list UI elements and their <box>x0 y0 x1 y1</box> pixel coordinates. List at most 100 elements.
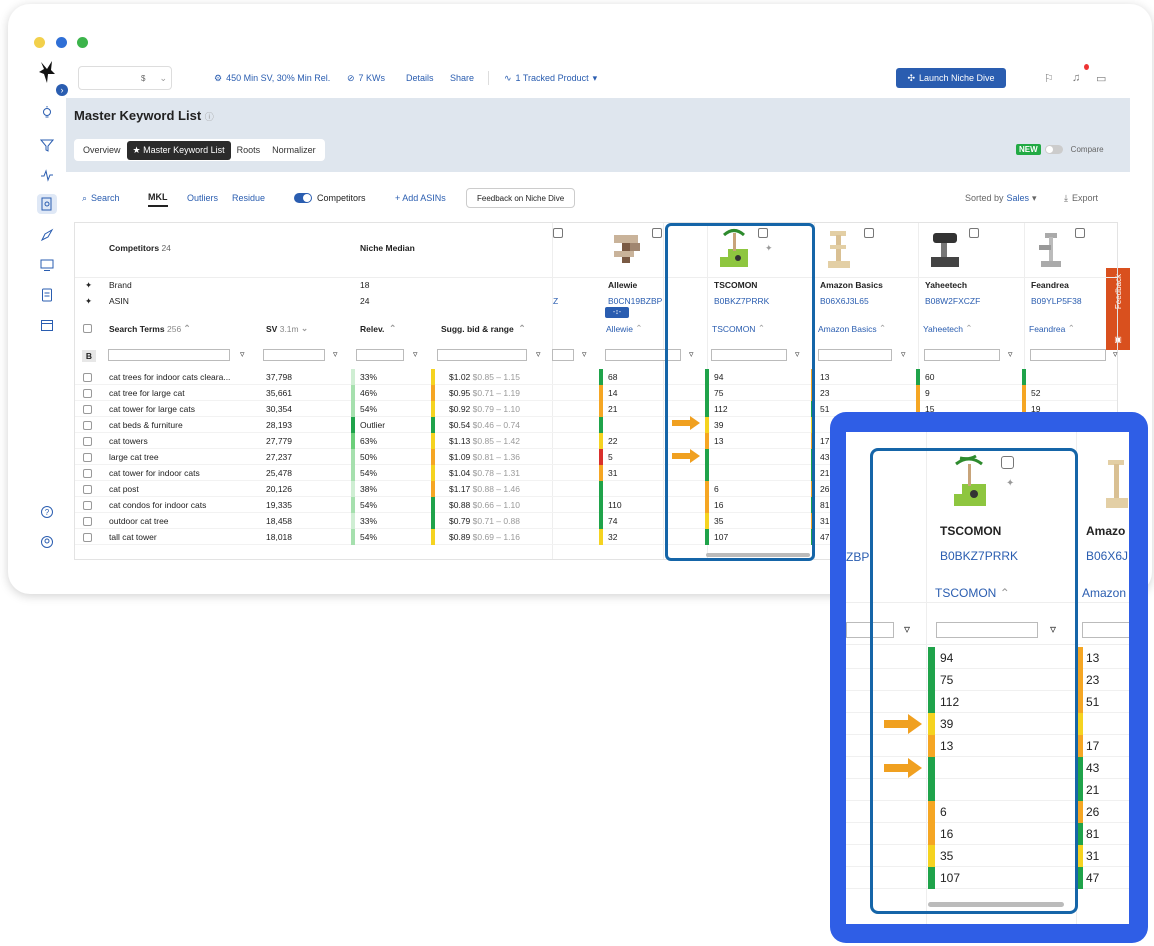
competitors-toggle[interactable]: Competitors <box>294 189 366 207</box>
search-terms-filter-input[interactable] <box>108 349 230 361</box>
chat-icon[interactable]: ▭ <box>1096 66 1106 90</box>
row-checkbox[interactable] <box>83 372 92 382</box>
product-image[interactable] <box>1031 227 1071 271</box>
product-image[interactable] <box>925 227 965 271</box>
horizontal-scrollbar[interactable] <box>706 553 810 557</box>
row-checkbox[interactable] <box>83 500 92 510</box>
filter-icon[interactable]: ▿ <box>582 349 587 360</box>
pin-icon[interactable]: ✦ <box>85 280 92 291</box>
tab-master-keyword-list[interactable]: ★ Master Keyword List <box>126 140 231 160</box>
account-icon[interactable] <box>38 533 56 551</box>
outliers-tab[interactable]: Outliers <box>187 189 218 207</box>
competitor-asin[interactable]: B09YLP5F38 <box>1031 296 1082 306</box>
select-all-checkbox[interactable] <box>83 324 92 333</box>
table-row[interactable]: cat tree for large cat 35,661 46% $0.95 … <box>75 385 1117 401</box>
row-checkbox[interactable] <box>83 420 92 430</box>
sort-dropdown[interactable]: Sorted by Sales ▾ <box>965 189 1037 207</box>
help-icon[interactable]: ? <box>38 503 56 521</box>
rocket-icon[interactable] <box>38 226 56 244</box>
row-checkbox[interactable] <box>83 388 92 398</box>
search-terms-header[interactable]: Search Terms 256 ⌃ <box>109 323 191 334</box>
sv-filter-button[interactable]: ⚙ 450 Min SV, 30% Min Rel. <box>214 66 330 90</box>
zoom-partial-label[interactable]: Amazon <box>1082 586 1126 600</box>
compare-toggle[interactable]: NEW Compare <box>1016 144 1104 155</box>
bell-icon[interactable]: ♫ <box>1072 66 1080 90</box>
filter-icon[interactable]: ▿ <box>901 349 906 360</box>
tab-normalizer[interactable]: Normalizer <box>266 141 322 159</box>
feedback-niche-dive-button[interactable]: Feedback on Niche Dive <box>466 188 576 208</box>
search-term[interactable]: cat condos for indoor cats <box>109 497 206 513</box>
competitor-column-header[interactable]: Amazon Basics ⌃ <box>818 323 886 334</box>
product-image[interactable] <box>608 227 648 271</box>
search-term[interactable]: tall cat tower <box>109 529 157 545</box>
row-checkbox[interactable] <box>83 404 92 414</box>
residue-tab[interactable]: Residue <box>232 189 265 207</box>
amazon-basics-product-image[interactable] <box>1100 452 1129 514</box>
search-term[interactable]: large cat tree <box>109 449 159 465</box>
filter-icon[interactable]: ▿ <box>536 349 541 360</box>
filter-icon[interactable]: ▿ <box>240 349 245 360</box>
yaheetech-filter-input[interactable] <box>924 349 1000 361</box>
row-checkbox[interactable] <box>83 532 92 542</box>
filter-icon[interactable]: ▿ <box>333 349 338 360</box>
details-link[interactable]: Details <box>406 66 434 90</box>
launch-niche-dive-button[interactable]: ✣ Launch Niche Dive <box>896 68 1006 88</box>
document-icon[interactable] <box>38 286 56 304</box>
window-maximize-dot[interactable] <box>56 37 67 48</box>
search-term[interactable]: cat beds & furniture <box>109 417 183 433</box>
partial-filter-input[interactable] <box>552 349 574 361</box>
search-term[interactable]: outdoor cat tree <box>109 513 169 529</box>
partial-asin[interactable]: Z <box>553 296 558 306</box>
app-logo-icon[interactable] <box>38 60 56 84</box>
search-term[interactable]: cat tree for large cat <box>109 385 185 401</box>
info-icon[interactable]: ⓘ <box>205 112 214 122</box>
share-link[interactable]: Share <box>450 66 474 90</box>
select-product-checkbox[interactable] <box>553 228 563 238</box>
search-term[interactable]: cat trees for indoor cats cleara... <box>109 369 230 385</box>
row-checkbox[interactable] <box>83 484 92 494</box>
partial-filter-input[interactable] <box>1082 622 1129 638</box>
keyword-search-icon[interactable] <box>37 194 57 214</box>
column-resize-handle[interactable]: -↕- <box>605 307 629 318</box>
lightbulb-icon[interactable] <box>38 104 56 122</box>
product-image[interactable] <box>820 227 860 271</box>
megaphone-icon[interactable]: ⚐ <box>1044 66 1054 90</box>
competitor-asin[interactable]: B0CN19BZBP <box>608 296 662 306</box>
competitor-column-header[interactable]: Feandrea ⌃ <box>1029 323 1075 334</box>
tab-overview[interactable]: Overview <box>77 141 127 159</box>
partial-asin[interactable]: ZBP <box>846 550 869 564</box>
feandrea-filter-input[interactable] <box>1030 349 1106 361</box>
row-checkbox[interactable] <box>83 516 92 526</box>
export-button[interactable]: ⤓ Export <box>1064 189 1098 207</box>
relevance-filter-input[interactable] <box>356 349 404 361</box>
pulse-icon[interactable] <box>38 166 56 184</box>
search-term[interactable]: cat tower for indoor cats <box>109 465 200 481</box>
suggested-bid-header[interactable]: Sugg. bid & range ⌃ <box>441 323 526 334</box>
keywords-button[interactable]: ⊘ 7 KWs <box>347 66 385 90</box>
filter-icon[interactable]: ▿ <box>1113 349 1118 360</box>
search-term[interactable]: cat post <box>109 481 139 497</box>
tab-roots[interactable]: Roots <box>231 141 267 159</box>
tracked-product-dropdown[interactable]: ∿ 1 Tracked Product ▾ <box>504 66 597 90</box>
competitor-column-header[interactable]: Yaheetech ⌃ <box>923 323 973 334</box>
relevance-header[interactable]: Relev. ⌃ <box>360 323 396 334</box>
select-product-checkbox[interactable] <box>1075 228 1085 238</box>
competitor-asin[interactable]: B06X6J3L65 <box>820 296 869 306</box>
sv-filter-input[interactable] <box>263 349 325 361</box>
calendar-icon[interactable] <box>38 316 56 334</box>
select-product-checkbox[interactable] <box>652 228 662 238</box>
row-checkbox[interactable] <box>83 468 92 478</box>
row-checkbox[interactable] <box>83 452 92 462</box>
competitor-column-header[interactable]: Allewie ⌃ <box>606 323 642 334</box>
competitor-asin[interactable]: B08W2FXCZF <box>925 296 980 306</box>
select-product-checkbox[interactable] <box>969 228 979 238</box>
search-term[interactable]: cat towers <box>109 433 148 449</box>
pin-icon[interactable]: ✦ <box>85 296 92 307</box>
row-checkbox[interactable] <box>83 436 92 446</box>
sv-header[interactable]: SV 3.1m ⌄ <box>266 323 308 334</box>
search-button[interactable]: ⌕ Search <box>82 189 120 207</box>
window-close-dot[interactable] <box>77 37 88 48</box>
search-term[interactable]: cat tower for large cats <box>109 401 195 417</box>
filter-icon[interactable] <box>38 136 56 154</box>
mkl-tab[interactable]: MKL <box>148 189 168 207</box>
